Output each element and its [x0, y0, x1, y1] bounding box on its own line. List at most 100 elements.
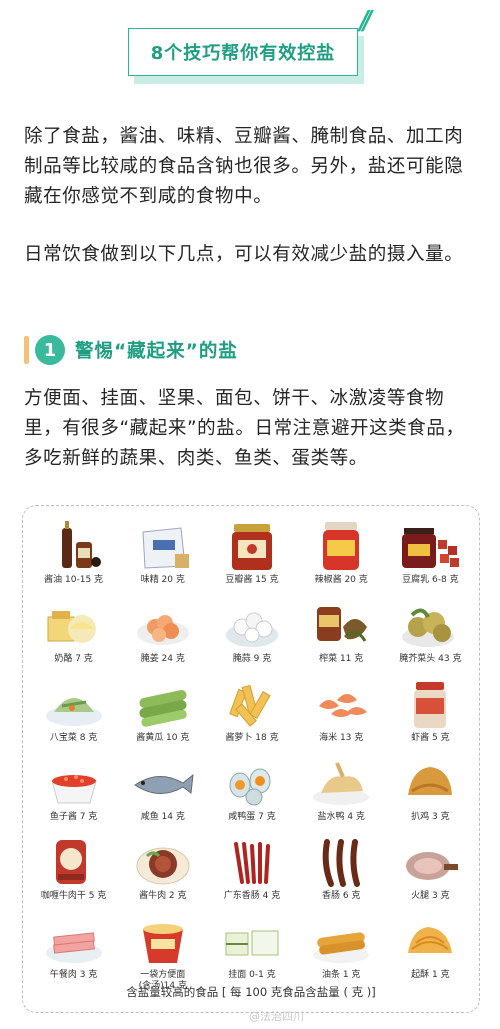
- luncheon-meat-icon: [42, 913, 106, 967]
- pickled-radish-icon: [220, 676, 284, 730]
- food-item-ham: 火腿 3 克: [386, 834, 475, 913]
- food-label: 盐水鸭 4 克: [317, 812, 365, 822]
- food-label: 咖喱牛肉干 5 克: [40, 891, 107, 901]
- food-item-braised-beef: 酱牛肉 2 克: [118, 834, 207, 913]
- food-item-caviar: 鱼子酱 7 克: [29, 755, 118, 834]
- food-item-fermented-tofu-jar: 豆腐乳 6-8 克: [386, 518, 475, 597]
- puff-pastry-icon: [398, 913, 462, 967]
- youtiao-icon: [309, 913, 373, 967]
- pickled-mustard-icon: [398, 597, 462, 651]
- food-item-salted-duck: 盐水鸭 4 克: [297, 755, 386, 834]
- pickled-garlic-icon: [220, 597, 284, 651]
- food-item-pickled-cucumber: 酱黄瓜 10 克: [118, 676, 207, 755]
- food-label: 酱牛肉 2 克: [139, 891, 187, 901]
- soy-sauce-bottle-icon: [42, 518, 106, 572]
- food-label: 虾酱 5 克: [411, 733, 450, 743]
- food-label: 酱黄瓜 10 克: [136, 733, 190, 743]
- cheese-icon: [42, 597, 106, 651]
- pickled-cucumber-icon: [131, 676, 195, 730]
- food-item-sausage: 香肠 6 克: [297, 834, 386, 913]
- braised-chicken-icon: [398, 755, 462, 809]
- food-label: 酱油 10-15 克: [44, 575, 104, 585]
- food-item-cantonese-sausage: 广东香肠 4 克: [207, 834, 296, 913]
- food-label: 油条 1 克: [321, 970, 361, 980]
- food-item-pickled-mustard: 腌芥菜头 43 克: [386, 597, 475, 676]
- food-item-dried-noodles: 挂面 0-1 克: [207, 913, 296, 992]
- bean-paste-jar-icon: [220, 518, 284, 572]
- caviar-icon: [42, 755, 106, 809]
- food-item-puff-pastry: 起酥 1 克: [386, 913, 475, 992]
- cantonese-sausage-icon: [220, 834, 284, 888]
- food-item-pickled-ginger: 腌姜 24 克: [118, 597, 207, 676]
- food-label: 鱼子酱 7 克: [49, 812, 98, 822]
- food-item-salted-fish: 咸鱼 14 克: [118, 755, 207, 834]
- food-item-zhacai: 榨菜 11 克: [297, 597, 386, 676]
- food-item-pickled-radish: 酱萝卜 18 克: [207, 676, 296, 755]
- food-label: 腌芥菜头 43 克: [399, 654, 462, 664]
- page-title: 8个技巧帮你有效控盐: [128, 28, 358, 76]
- food-label: 酱萝卜 18 克: [225, 733, 279, 743]
- food-item-braised-chicken: 扒鸡 3 克: [386, 755, 475, 834]
- food-label: 腌蒜 9 克: [232, 654, 272, 664]
- instant-noodles-icon: [131, 913, 195, 967]
- food-label: 咸鸭蛋 7 克: [228, 812, 276, 822]
- food-label: 八宝菜 8 克: [49, 733, 98, 743]
- panel-footnote: 含盐量较高的食品 [ 每 100 克食品含盐量 ( 克 )]: [126, 985, 376, 999]
- section-title: 警惕“藏起来”的盐: [75, 341, 238, 362]
- food-label: 豆腐乳 6-8 克: [402, 575, 459, 585]
- food-label: 奶酪 7 克: [54, 654, 93, 664]
- food-item-salted-duck-egg: 咸鸭蛋 7 克: [207, 755, 296, 834]
- food-item-instant-noodles: 一袋方便面 (含汤)14 克: [118, 913, 207, 992]
- mixed-pickles-icon: [42, 676, 106, 730]
- zhacai-icon: [309, 597, 373, 651]
- food-label: 挂面 0-1 克: [228, 970, 276, 980]
- food-item-youtiao: 油条 1 克: [297, 913, 386, 992]
- intro-paragraph: 除了食盐，酱油、味精、豆瓣酱、腌制食品、加工肉制品等比较咸的食品含钠也很多。另外…: [24, 126, 464, 207]
- msg-bag-icon: [131, 518, 195, 572]
- ham-icon: [398, 834, 462, 888]
- food-label: 火腿 3 克: [411, 891, 450, 901]
- food-label: 榨菜 11 克: [319, 654, 364, 664]
- food-item-cheese: 奶酪 7 克: [29, 597, 118, 676]
- food-label: 腌姜 24 克: [140, 654, 185, 664]
- food-label: 广东香肠 4 克: [223, 891, 281, 901]
- dried-noodles-icon: [220, 913, 284, 967]
- food-label: 午餐肉 3 克: [49, 970, 98, 980]
- salted-duck-icon: [309, 755, 373, 809]
- title-block: 8个技巧帮你有效控盐 //: [128, 6, 369, 84]
- title-decoration-slashes: //: [356, 6, 369, 36]
- shrimp-paste-jar-icon: [398, 676, 462, 730]
- advice-paragraph: 日常饮食做到以下几点，可以有效减少盐的摄入量。: [24, 244, 464, 265]
- beef-jerky-icon: [42, 834, 106, 888]
- hidden-salt-paragraph: 方便面、挂面、坚果、面包、饼干、冰激凌等食物里，有很多“藏起来”的盐。日常注意避…: [24, 388, 465, 469]
- food-label: 香肠 6 克: [321, 891, 361, 901]
- food-item-soy-sauce-bottle: 酱油 10-15 克: [29, 518, 118, 597]
- food-label: 起酥 1 克: [411, 970, 450, 980]
- fermented-tofu-jar-icon: [398, 518, 462, 572]
- food-label: 海米 13 克: [319, 733, 364, 743]
- watermark: @法治四川: [249, 1010, 304, 1023]
- food-item-chili-sauce-jar: 辣椒酱 20 克: [297, 518, 386, 597]
- section-accent-bar: [24, 336, 29, 364]
- salted-fish-icon: [131, 755, 195, 809]
- food-item-luncheon-meat: 午餐肉 3 克: [29, 913, 118, 992]
- food-grid: 酱油 10-15 克 味精 20 克 豆瓣酱 15 克 辣椒酱 20 克 豆腐乳 6-8…: [29, 518, 475, 992]
- food-label: 咸鱼 14 克: [140, 812, 185, 822]
- food-label: 扒鸡 3 克: [411, 812, 450, 822]
- pickled-ginger-icon: [131, 597, 195, 651]
- sausage-icon: [309, 834, 373, 888]
- food-item-bean-paste-jar: 豆瓣酱 15 克: [207, 518, 296, 597]
- section-number-badge: 1: [35, 335, 65, 365]
- section-heading: 1 警惕“藏起来”的盐: [24, 332, 238, 368]
- salty-foods-panel: 酱油 10-15 克 味精 20 克 豆瓣酱 15 克 辣椒酱 20 克 豆腐乳 6-8…: [22, 505, 480, 1013]
- food-label: 豆瓣酱 15 克: [225, 575, 279, 585]
- food-label: 味精 20 克: [140, 575, 185, 585]
- braised-beef-icon: [131, 834, 195, 888]
- food-item-shrimp-paste-jar: 虾酱 5 克: [386, 676, 475, 755]
- chili-sauce-jar-icon: [309, 518, 373, 572]
- food-item-pickled-garlic: 腌蒜 9 克: [207, 597, 296, 676]
- dried-shrimp-icon: [309, 676, 373, 730]
- salted-duck-egg-icon: [220, 755, 284, 809]
- food-item-beef-jerky: 咖喱牛肉干 5 克: [29, 834, 118, 913]
- food-item-dried-shrimp: 海米 13 克: [297, 676, 386, 755]
